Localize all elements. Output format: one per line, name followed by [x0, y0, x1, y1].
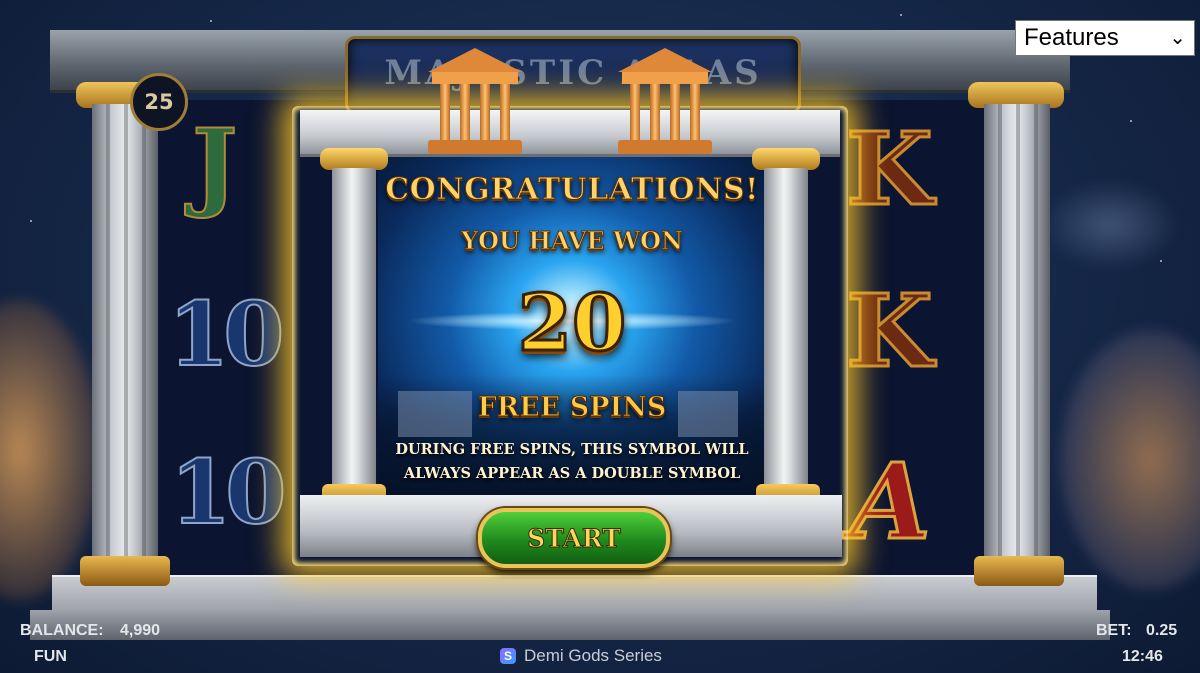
- balance-label: BALANCE:: [20, 622, 104, 639]
- star: [210, 20, 212, 22]
- reel-symbol-a: A: [849, 439, 933, 565]
- temple-ornament-right: [618, 48, 712, 158]
- popup-column-left: [332, 168, 376, 486]
- mode-label: FUN: [34, 648, 67, 665]
- description-line-1: DURING FREE SPINS, THIS SYMBOL WILL: [395, 441, 749, 458]
- star: [900, 14, 902, 16]
- game-logo-text: MAJESTIC ATLAS: [384, 53, 762, 93]
- left-column-base: [80, 556, 170, 586]
- star: [30, 220, 32, 222]
- balance-value: 4,990: [120, 622, 161, 639]
- clock: 12:46: [1122, 648, 1163, 665]
- bet-value: 0.25: [1146, 622, 1178, 639]
- cloud-right: [1060, 330, 1200, 590]
- series-name: Demi Gods Series: [524, 646, 662, 665]
- series-branding: S Demi Gods Series: [500, 646, 662, 666]
- star: [1130, 120, 1132, 122]
- popup-column-capital-right: [752, 148, 820, 170]
- free-spins-description: DURING FREE SPINS, THIS SYMBOL WILL ALWA…: [378, 438, 766, 486]
- cloud-left: [0, 300, 100, 600]
- reel-symbol-k: K: [845, 109, 935, 230]
- reel-symbol-k: K: [845, 271, 935, 392]
- bet-label: BET:: [1096, 622, 1132, 639]
- chevron-down-icon: ⌄: [1169, 27, 1186, 49]
- reel-symbol-10: 10: [167, 281, 286, 387]
- popup-column-right: [764, 168, 808, 486]
- right-column: [984, 104, 1050, 556]
- temple-ornament-left: [428, 48, 522, 158]
- start-button[interactable]: START: [478, 508, 670, 568]
- popup-column-capital-left: [320, 148, 388, 170]
- you-have-won-text: YOU HAVE WON: [461, 226, 684, 256]
- free-spins-count: 20: [516, 277, 628, 371]
- series-logo-icon: S: [500, 648, 516, 664]
- reel-symbol-j: J: [191, 107, 238, 222]
- game-logo: MAJESTIC ATLAS: [345, 36, 801, 114]
- features-select-value: Features: [1024, 24, 1119, 51]
- reel-symbol-10: 10: [169, 439, 288, 545]
- star: [1160, 260, 1162, 262]
- congratulations-heading: CONGRATULATIONS!: [385, 172, 759, 208]
- features-select[interactable]: Features ⌄: [1015, 20, 1195, 56]
- cloud-right-top: [1040, 180, 1180, 270]
- free-spins-label: FREE SPINS: [477, 392, 667, 424]
- bet-lines-badge: 25: [130, 73, 188, 131]
- description-line-2: ALWAYS APPEAR AS A DOUBLE SYMBOL: [403, 465, 741, 482]
- left-column: [92, 104, 158, 556]
- right-column-base: [974, 556, 1064, 586]
